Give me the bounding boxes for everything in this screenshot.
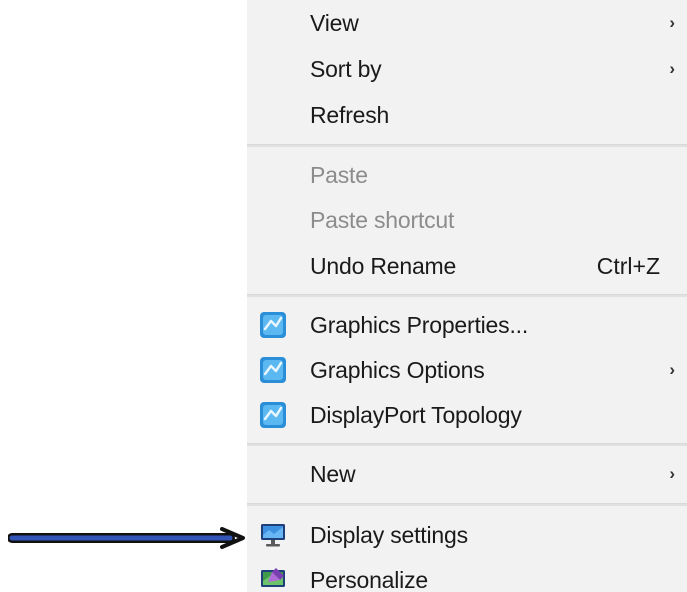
menu-item-label: New	[310, 460, 356, 487]
chevron-right-icon: ›	[669, 59, 675, 78]
menu-item-refresh[interactable]: Refresh	[247, 92, 687, 138]
menu-separator	[247, 503, 687, 506]
menu-item-label: Paste	[310, 161, 368, 188]
menu-item-label: Refresh	[310, 101, 390, 128]
menu-item-label: Graphics Properties...	[310, 311, 529, 338]
menu-item-label: Paste shortcut	[310, 206, 455, 233]
intel-graphics-icon	[259, 401, 287, 429]
desktop-background: View › Sort by › Refresh Paste Paste sho…	[0, 0, 687, 592]
annotation-arrow-icon	[7, 526, 246, 550]
chevron-right-icon: ›	[669, 13, 675, 32]
intel-graphics-icon	[259, 311, 287, 339]
menu-item-displayport-topology[interactable]: DisplayPort Topology	[247, 392, 687, 438]
display-monitor-icon	[259, 521, 287, 549]
desktop-context-menu: View › Sort by › Refresh Paste Paste sho…	[247, 0, 687, 592]
menu-item-view[interactable]: View ›	[247, 0, 687, 46]
menu-item-sort-by[interactable]: Sort by ›	[247, 46, 687, 92]
menu-separator	[247, 144, 687, 147]
menu-item-personalize[interactable]: Personalize	[247, 557, 687, 592]
menu-separator	[247, 443, 687, 446]
menu-item-label: Display settings	[310, 521, 468, 548]
menu-item-label: Undo Rename	[310, 252, 457, 279]
menu-item-display-settings[interactable]: Display settings	[247, 512, 687, 558]
chevron-right-icon: ›	[669, 360, 675, 379]
chevron-right-icon: ›	[669, 464, 675, 483]
menu-item-label: View	[310, 9, 359, 36]
menu-item-label: Sort by	[310, 55, 382, 82]
menu-item-label: Graphics Options	[310, 356, 485, 383]
menu-item-undo-rename[interactable]: Undo Rename Ctrl+Z	[247, 243, 687, 289]
menu-item-shortcut: Ctrl+Z	[596, 252, 660, 279]
menu-item-new[interactable]: New ›	[247, 451, 687, 497]
menu-item-graphics-properties[interactable]: Graphics Properties...	[247, 302, 687, 348]
menu-item-graphics-options[interactable]: Graphics Options ›	[247, 347, 687, 393]
menu-item-label: DisplayPort Topology	[310, 401, 522, 428]
intel-graphics-icon	[259, 356, 287, 384]
personalize-icon	[259, 566, 287, 592]
menu-item-paste: Paste	[247, 152, 687, 198]
menu-item-paste-shortcut: Paste shortcut	[247, 197, 687, 243]
menu-separator	[247, 294, 687, 297]
menu-item-label: Personalize	[310, 566, 428, 592]
